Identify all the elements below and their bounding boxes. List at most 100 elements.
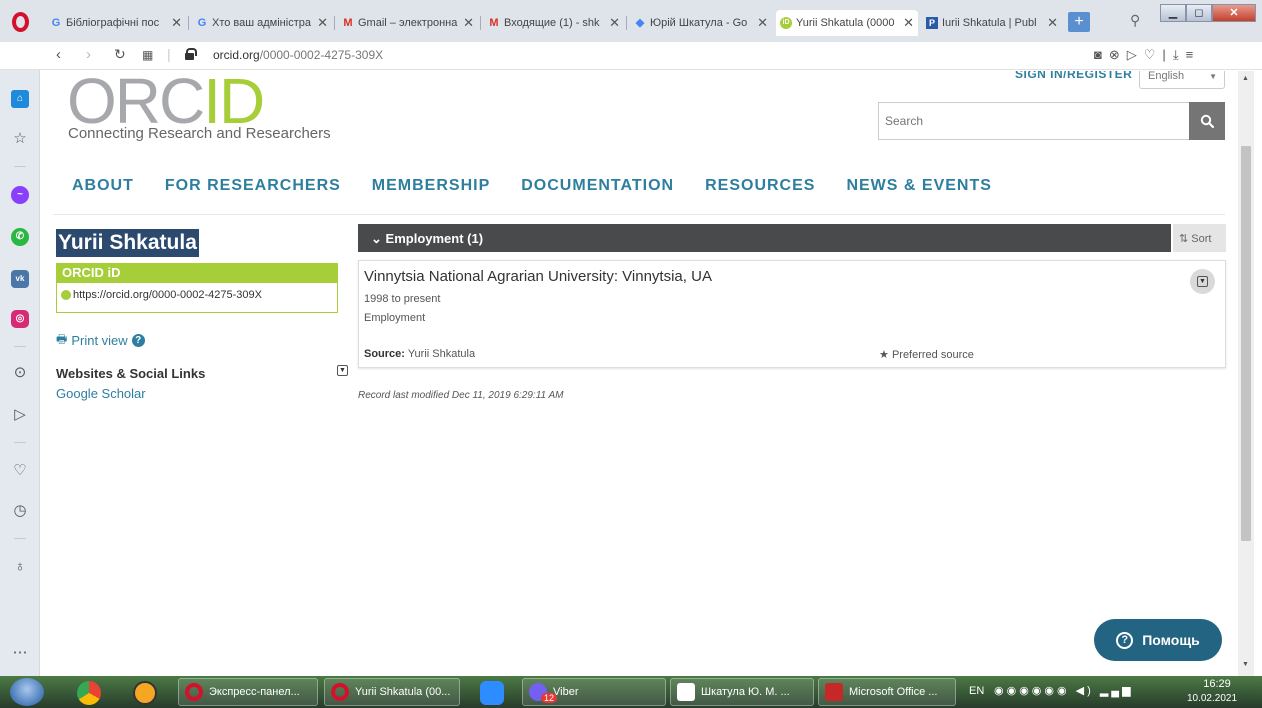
divider	[14, 166, 26, 167]
clock-date[interactable]: 10.02.2021	[1182, 693, 1242, 704]
websites-toggle-icon[interactable]: ▼	[337, 365, 348, 376]
close-window-button[interactable]: ✕	[1212, 4, 1256, 22]
taskbar-viber[interactable]: 12 Viber	[522, 678, 666, 706]
opera-logo-icon	[11, 12, 29, 32]
download-icon[interactable]: ⤓	[1173, 47, 1186, 62]
tab-separator	[188, 16, 189, 30]
tab-close-icon[interactable]: ✕	[171, 15, 182, 31]
browser-tab-5[interactable]: ◆ Юрій Шкатула - Go ✕	[630, 12, 772, 34]
more-icon[interactable]: ⋯	[11, 644, 29, 662]
nav-about[interactable]: ABOUT	[72, 177, 134, 195]
start-button[interactable]	[10, 678, 44, 706]
search-input[interactable]	[878, 102, 1189, 140]
send-flow-icon[interactable]: ▷	[11, 406, 29, 424]
sign-in-register-link[interactable]: SIGN IN/REGISTER	[1015, 71, 1132, 81]
orcid-logo[interactable]: ORCID	[67, 73, 263, 129]
tab-close-icon[interactable]: ✕	[463, 15, 474, 31]
employment-expand-button[interactable]: ▼	[1190, 269, 1215, 294]
nav-resources[interactable]: RESOURCES	[705, 177, 815, 195]
tab-close-icon[interactable]: ✕	[1047, 15, 1058, 31]
minimize-button[interactable]: ▁	[1160, 4, 1186, 22]
player-icon[interactable]: ⊙	[11, 364, 29, 382]
opera-menu-button[interactable]	[0, 8, 40, 36]
print-view-link[interactable]: 🖶 Print view ?	[56, 330, 145, 351]
browser-tab-3[interactable]: M Gmail – электронна ✕	[338, 12, 478, 34]
help-question-icon[interactable]: ?	[131, 334, 145, 347]
tab-close-icon[interactable]: ✕	[317, 15, 328, 31]
flow-icon[interactable]: ▷	[1127, 47, 1144, 62]
sort-button[interactable]: ⇅ Sort	[1173, 224, 1226, 252]
nav-for-researchers[interactable]: FOR RESEARCHERS	[165, 177, 341, 195]
messenger-icon[interactable]: ~	[11, 186, 29, 204]
browser-tab-4[interactable]: M Входящие (1) - shk ✕	[484, 12, 624, 34]
language-select[interactable]: English ▼	[1139, 71, 1225, 89]
taskbar-orcid-window[interactable]: Yurii Shkatula (00...	[324, 678, 460, 706]
taskbar-label: Шкатула Ю. М. ...	[701, 686, 790, 698]
nav-membership[interactable]: MEMBERSHIP	[372, 177, 490, 195]
lock-icon[interactable]	[185, 48, 197, 60]
researcher-name: Yurii Shkatula	[56, 229, 199, 257]
sort-icon: ⇅	[1179, 233, 1189, 245]
page-scrollbar[interactable]: ▲ ▼	[1238, 71, 1254, 676]
opera-icon	[185, 683, 203, 701]
tips-bulb-icon[interactable]: ♁	[11, 558, 29, 576]
home-icon[interactable]: ⌂	[11, 90, 29, 108]
tab-close-icon[interactable]: ✕	[757, 15, 768, 31]
heart-icon[interactable]: ♡	[1144, 47, 1163, 62]
taskbar-express-panel[interactable]: Экспресс-панел...	[178, 678, 318, 706]
print-view-label: Print view	[71, 333, 128, 348]
maximize-button[interactable]: ◻	[1186, 4, 1212, 22]
divider	[14, 346, 26, 347]
history-clock-icon[interactable]: ◷	[11, 502, 29, 520]
tab-close-icon[interactable]: ✕	[903, 15, 914, 31]
nav-documentation[interactable]: DOCUMENTATION	[521, 177, 674, 195]
taskbar-label: Microsoft Office ...	[849, 686, 938, 698]
browser-tab-2[interactable]: G Хто ваш адміністра ✕	[192, 12, 332, 34]
employment-section-header[interactable]: ⌄ Employment (1)	[358, 224, 1171, 252]
printer-icon: 🖶	[56, 332, 68, 346]
snapshot-icon[interactable]: ◙	[1094, 47, 1109, 62]
vk-icon[interactable]: vk	[11, 270, 29, 288]
tab-grid-icon[interactable]: ▦	[142, 48, 153, 62]
tab-search-icon[interactable]: ⚲	[1130, 12, 1140, 29]
tab-close-icon[interactable]: ✕	[609, 15, 620, 31]
reload-icon[interactable]: ↻	[114, 46, 126, 63]
new-tab-button[interactable]: +	[1068, 12, 1090, 32]
scroll-thumb[interactable]	[1241, 146, 1251, 541]
sort-label: Sort	[1191, 233, 1212, 245]
tab-separator	[480, 16, 481, 30]
tab-title: Iurii Shkatula | Publ	[942, 17, 1037, 29]
archicad-icon[interactable]	[133, 681, 157, 705]
url-field[interactable]: orcid.org/0000-0002-4275-309X	[213, 48, 383, 62]
whatsapp-icon[interactable]: ✆	[11, 228, 29, 246]
scroll-up-icon[interactable]: ▲	[1242, 75, 1249, 82]
window-controls: ▁ ◻ ✕	[1160, 4, 1256, 22]
nav-news-events[interactable]: NEWS & EVENTS	[846, 177, 991, 195]
google-scholar-link[interactable]: Google Scholar	[56, 386, 146, 401]
preferred-source-label: Preferred source	[891, 349, 974, 361]
taskbar-word-document[interactable]: Шкатула Ю. М. ...	[670, 678, 814, 706]
orcid-id-box: ORCID iD https://orcid.org/0000-0002-427…	[56, 263, 338, 313]
adblock-icon[interactable]: ⊗	[1109, 47, 1127, 62]
scroll-down-icon[interactable]: ▼	[1242, 661, 1249, 668]
instagram-icon[interactable]: ◎	[11, 310, 29, 328]
browser-tab-6-active[interactable]: iD Yurii Shkatula (0000 ✕	[776, 10, 918, 36]
browser-tab-1[interactable]: G Бібліографічні пос ✕	[46, 12, 186, 34]
clock-time[interactable]: 16:29	[1193, 678, 1241, 690]
input-language[interactable]: EN	[969, 685, 984, 697]
expand-icon: ▼	[1197, 276, 1208, 287]
tray-icons[interactable]: ◉◉◉◉◉◉ ◀) ▂▄▆	[994, 684, 1134, 697]
forward-icon[interactable]: ›	[86, 46, 91, 63]
windows-taskbar: Экспресс-панел... Yurii Shkatula (00... …	[0, 676, 1262, 708]
taskbar-microsoft-office[interactable]: Microsoft Office ...	[818, 678, 956, 706]
heart-icon[interactable]: ♡	[11, 462, 29, 480]
help-button[interactable]: ? Помощь	[1094, 619, 1222, 661]
search-button[interactable]	[1189, 102, 1225, 140]
browser-tab-7[interactable]: P Iurii Shkatula | Publ ✕	[922, 12, 1062, 34]
chrome-icon[interactable]	[77, 681, 101, 705]
easy-setup-icon[interactable]: ≡	[1186, 47, 1201, 62]
bookmark-star-icon[interactable]: ☆	[11, 130, 29, 148]
back-icon[interactable]: ‹	[56, 46, 61, 63]
zoom-icon[interactable]	[480, 681, 504, 705]
orcid-id-url[interactable]: https://orcid.org/0000-0002-4275-309X	[73, 289, 262, 301]
